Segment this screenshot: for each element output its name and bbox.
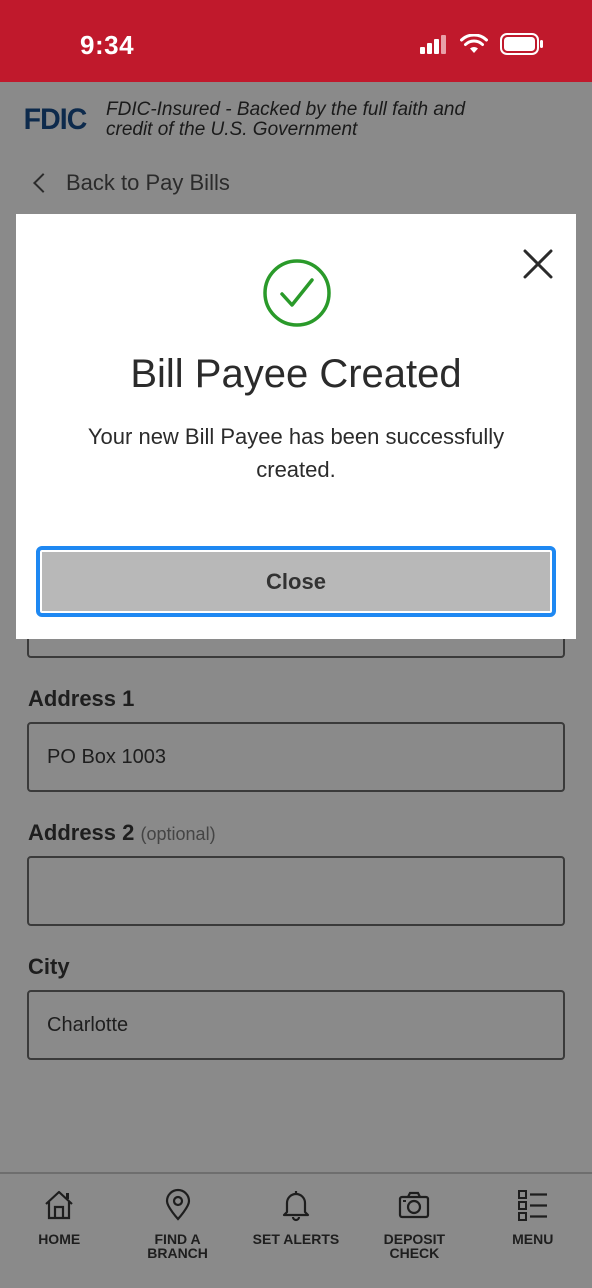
city-value: Charlotte (47, 1013, 129, 1036)
nav-label-set-alerts: SET ALERTS (252, 1231, 340, 1247)
back-link-label: Back to Pay Bills (66, 170, 230, 195)
city-label: City (28, 954, 70, 979)
location-pin-icon (165, 1188, 190, 1221)
nav-item-home[interactable]: HOME (0, 1174, 118, 1288)
nav-label-deposit-check: DEPOSIT CHECK (383, 1231, 446, 1261)
nav-item-set-alerts[interactable]: SET ALERTS (237, 1174, 355, 1288)
modal-message: Your new Bill Payee has been successfull… (87, 424, 505, 482)
back-to-pay-bills-link[interactable]: Back to Pay Bills (32, 170, 230, 196)
address1-label: Address 1 (28, 686, 135, 711)
fdic-logo: FDIC (23, 103, 88, 136)
nav-label-find-branch: FIND A BRANCH (147, 1231, 208, 1261)
cellular-signal-icon (420, 35, 446, 54)
status-time: 9:34 (80, 30, 135, 60)
checkmark-circle-icon (263, 259, 331, 327)
city-input[interactable]: Charlotte (27, 990, 565, 1060)
nav-item-find-branch[interactable]: FIND A BRANCH (118, 1174, 236, 1288)
status-icons (420, 33, 544, 55)
address2-input[interactable] (27, 856, 565, 926)
camera-icon (399, 1191, 430, 1219)
address1-value: PO Box 1003 (47, 745, 166, 768)
success-modal: Bill Payee Created Your new Bill Payee h… (16, 214, 576, 639)
fdic-text-line1: FDIC-Insured - Backed by the full faith … (106, 99, 466, 120)
bell-icon (282, 1191, 310, 1222)
home-icon (45, 1190, 73, 1220)
optional-tag: (optional) (140, 824, 216, 844)
bottom-nav: HOME FIND A BRANCH SET ALERTS DEPOSIT CH… (0, 1172, 592, 1288)
close-button[interactable]: Close (36, 546, 556, 617)
nav-label-menu: MENU (512, 1231, 554, 1247)
address2-label: Address 2 (optional) (28, 820, 216, 845)
status-bar: 9:34 (0, 0, 592, 82)
chevron-left-icon (33, 173, 53, 193)
nav-item-deposit-check[interactable]: DEPOSIT CHECK (355, 1174, 473, 1288)
close-icon[interactable] (522, 248, 554, 280)
modal-title: Bill Payee Created (130, 352, 462, 396)
fdic-text-line2: credit of the U.S. Government (106, 119, 358, 140)
menu-list-icon (517, 1190, 547, 1221)
battery-icon (500, 33, 543, 55)
address1-input[interactable]: PO Box 1003 (27, 722, 565, 792)
nav-label-home: HOME (38, 1231, 81, 1247)
fdic-disclaimer: FDIC-Insured - Backed by the full faith … (106, 100, 465, 140)
nav-item-menu[interactable]: MENU (474, 1174, 592, 1288)
fdic-banner: FDIC FDIC-Insured - Backed by the full f… (22, 100, 465, 140)
wifi-icon (460, 34, 488, 53)
